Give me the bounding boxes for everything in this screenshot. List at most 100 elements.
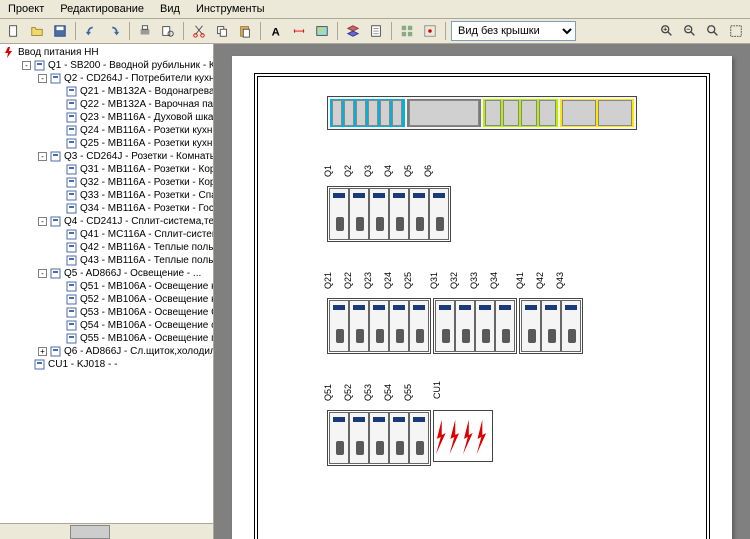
device-icon — [66, 190, 77, 201]
zoom-window-icon[interactable] — [726, 21, 746, 41]
tree-item[interactable]: CU1 - KJ018 - - — [2, 358, 211, 371]
tree-item[interactable]: Q41 - MC116A - Сплит-система - Го — [2, 228, 211, 241]
breaker-label: Q25 — [403, 272, 413, 289]
menu-tools[interactable]: Инструменты — [192, 2, 269, 16]
tree-item[interactable]: Q51 - MB106A - Освещение кухни - — [2, 280, 211, 293]
tree-item-label: Q55 - MB106A - Освещение гостин — [80, 333, 213, 344]
paste-icon[interactable] — [235, 21, 255, 41]
tree-item-label: Q2 - CD264J - Потребители кухни - Кух — [64, 73, 213, 84]
breaker: Q22 — [349, 300, 369, 352]
redo-icon[interactable] — [104, 21, 124, 41]
zoom-in-icon[interactable] — [657, 21, 677, 41]
tree-item-label: Q22 - MB132A - Варочная панель - — [80, 99, 213, 110]
breaker: Q3 — [369, 188, 389, 240]
open-icon[interactable] — [27, 21, 47, 41]
tree-item[interactable]: Q33 - MB116A - Розетки - Спальня — [2, 189, 211, 202]
breaker-label: Q52 — [343, 384, 353, 401]
device-icon — [66, 229, 77, 240]
tree-item-label: Q53 - MB106A - Освещение СУ2,ко — [80, 307, 213, 318]
menu-edit[interactable]: Редактирование — [56, 2, 148, 16]
layers-icon[interactable] — [343, 21, 363, 41]
expand-toggle[interactable]: + — [38, 347, 47, 356]
tree-item[interactable]: Q53 - MB106A - Освещение СУ2,ко — [2, 306, 211, 319]
tree-item[interactable]: Q32 - MB116A - Розетки - Коридор — [2, 176, 211, 189]
menu-view[interactable]: Вид — [156, 2, 184, 16]
tree-item[interactable]: Q24 - MB116A - Розетки кухни 1 - К — [2, 124, 211, 137]
save-icon[interactable] — [50, 21, 70, 41]
view-mode-select[interactable]: Вид без крышки — [451, 21, 576, 41]
expand-toggle[interactable]: - — [38, 269, 47, 278]
tree-item-label: Q32 - MB116A - Розетки - Коридор — [80, 177, 213, 188]
menu-project[interactable]: Проект — [4, 2, 48, 16]
lightning-icon — [4, 47, 15, 58]
tree-item[interactable]: Q34 - MB116A - Розетки - Гостиная — [2, 202, 211, 215]
page-icon[interactable] — [366, 21, 386, 41]
device-icon — [66, 294, 77, 305]
breaker: Q31 — [435, 300, 455, 352]
breaker-label: Q54 — [383, 384, 393, 401]
tree-h-scrollbar[interactable] — [0, 523, 213, 539]
copy-icon[interactable] — [212, 21, 232, 41]
image-icon[interactable] — [312, 21, 332, 41]
tree-item[interactable]: Q43 - MB116A - Теплые полы - Ко — [2, 254, 211, 267]
device-icon — [50, 73, 61, 84]
breaker: Q23 — [369, 300, 389, 352]
tree-item-label: Q33 - MB116A - Розетки - Спальня — [80, 190, 213, 201]
tree-item-label: Q23 - MB116A - Духовой шкаф - Ку — [80, 112, 213, 123]
tree-item[interactable]: -Q4 - CD241J - Сплит-система,теплые - — [2, 215, 211, 228]
tree-item[interactable]: Q25 - MB116A - Розетки кухни 2 - К — [2, 137, 211, 150]
breaker-label: Q51 — [323, 384, 333, 401]
tree-item[interactable]: Q54 - MB106A - Освещение спальн — [2, 319, 211, 332]
expand-toggle[interactable]: - — [38, 152, 47, 161]
breaker-label: Q22 — [343, 272, 353, 289]
new-icon[interactable] — [4, 21, 24, 41]
print-icon[interactable] — [135, 21, 155, 41]
breaker-label: Q5 — [403, 165, 413, 177]
breaker-row-3: Q51Q52Q53Q54Q55CU1 — [327, 410, 637, 466]
tree-item[interactable]: Q21 - MB132A - Водонагреватель - — [2, 85, 211, 98]
preview-icon[interactable] — [158, 21, 178, 41]
tree-item-label: Q34 - MB116A - Розетки - Гостиная — [80, 203, 213, 214]
undo-icon[interactable] — [81, 21, 101, 41]
dimension-icon[interactable] — [289, 21, 309, 41]
breaker: Q5 — [409, 188, 429, 240]
breaker-label: Q42 — [535, 272, 545, 289]
zoom-out-icon[interactable] — [680, 21, 700, 41]
tree-item[interactable]: Q22 - MB132A - Варочная панель - — [2, 98, 211, 111]
breaker-label: Q34 — [489, 272, 499, 289]
tree-item[interactable]: Q23 - MB116A - Духовой шкаф - Ку — [2, 111, 211, 124]
tree-item[interactable]: Q55 - MB106A - Освещение гостин — [2, 332, 211, 345]
device-tree[interactable]: Ввод питания НН -Q1 - SB200 - Вводной ру… — [0, 44, 213, 523]
breaker: Q43 — [561, 300, 581, 352]
expand-toggle[interactable]: - — [38, 217, 47, 226]
breaker: Q6 — [429, 188, 449, 240]
cut-icon[interactable] — [189, 21, 209, 41]
tree-item[interactable]: - Q2 - CD264J - Потребители кухни - Кух — [2, 72, 211, 85]
breaker-label: Q55 — [403, 384, 413, 401]
breaker-label: Q32 — [449, 272, 459, 289]
tree-item[interactable]: Q42 - MB116A - Теплые полы - Ко — [2, 241, 211, 254]
expand-toggle[interactable]: - — [38, 74, 47, 83]
breaker-label: Q2 — [343, 165, 353, 177]
device-icon — [66, 307, 77, 318]
tree-item-label: Q52 - MB106A - Освещение коридо — [80, 294, 213, 305]
tree-item[interactable]: +Q6 - AD866J - Сл.щиток,холодильник - — [2, 345, 211, 358]
device-icon — [66, 320, 77, 331]
tree-item[interactable]: -Q3 - CD264J - Розетки - Комнаты — [2, 150, 211, 163]
tree-item[interactable]: -Q1 - SB200 - Вводной рубильник - Коридо — [2, 59, 211, 72]
tree-item[interactable]: -Q5 - AD866J - Освещение - ... — [2, 267, 211, 280]
breaker-label: Q43 — [555, 272, 565, 289]
snap-icon[interactable] — [420, 21, 440, 41]
expand-toggle[interactable]: - — [22, 61, 31, 70]
tree-item-label: Q25 - MB116A - Розетки кухни 2 - К — [80, 138, 213, 149]
tree-item-label: Q21 - MB132A - Водонагреватель - — [80, 86, 213, 97]
tree-item[interactable]: Q31 - MB116A - Розетки - Коридор — [2, 163, 211, 176]
text-icon[interactable]: A — [266, 21, 286, 41]
breaker: Q42 — [541, 300, 561, 352]
tree-item[interactable]: Q52 - MB106A - Освещение коридо — [2, 293, 211, 306]
breaker-group: Q51Q52Q53Q54Q55 — [327, 410, 431, 466]
zoom-fit-icon[interactable] — [703, 21, 723, 41]
grid-icon[interactable] — [397, 21, 417, 41]
terminal-block-mid — [407, 99, 482, 127]
canvas-area[interactable]: Q1Q2Q3Q4Q5Q6 Q21Q22Q23Q24Q25Q31Q32Q33Q34… — [214, 44, 750, 539]
